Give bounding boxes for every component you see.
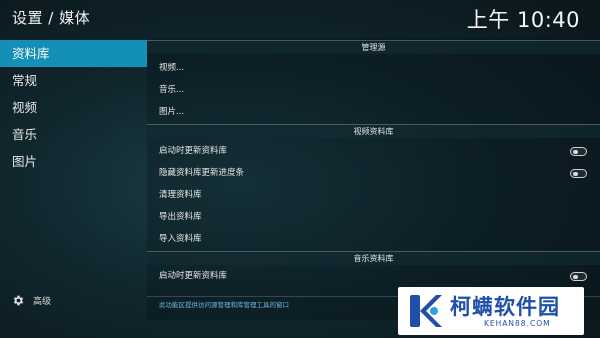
watermark-logo: 柯螨软件园 KEHAN88.COM — [398, 287, 584, 335]
manage-video-sources[interactable]: 视频... — [147, 57, 600, 79]
logo-mark-icon — [404, 291, 444, 331]
watermark-sub-text: KEHAN88.COM — [484, 318, 551, 328]
clean-library[interactable]: 清理资料库 — [147, 184, 600, 206]
sidebar-item-video[interactable]: 视频 — [0, 94, 147, 121]
watermark-main-text: 柯螨软件园 — [450, 294, 560, 319]
hide-library-update-progress[interactable]: 隐藏资料库更新进度条 — [147, 162, 600, 184]
import-library[interactable]: 导入资料库 — [147, 228, 600, 250]
sidebar: 资料库 常规 视频 音乐 图片 — [0, 40, 147, 320]
manage-picture-sources[interactable]: 图片... — [147, 101, 600, 123]
music-update-on-startup[interactable]: 启动时更新资料库 — [147, 265, 600, 287]
toggle-switch[interactable] — [570, 272, 587, 281]
sidebar-item-library[interactable]: 资料库 — [0, 40, 147, 67]
toggle-switch[interactable] — [570, 147, 587, 156]
sidebar-item-general[interactable]: 常规 — [0, 67, 147, 94]
settings-level-label: 高级 — [33, 297, 52, 307]
export-library[interactable]: 导出资料库 — [147, 206, 600, 228]
video-update-on-startup[interactable]: 启动时更新资料库 — [147, 140, 600, 162]
sidebar-item-pictures[interactable]: 图片 — [0, 148, 147, 175]
sidebar-item-music[interactable]: 音乐 — [0, 121, 147, 148]
section-header-manage-sources: 管理源 — [147, 40, 600, 54]
manage-music-sources[interactable]: 音乐... — [147, 79, 600, 101]
row-label: 启动时更新资料库 — [159, 271, 228, 281]
toggle-switch[interactable] — [570, 169, 587, 178]
section-header-music-library: 音乐资料库 — [147, 251, 600, 265]
settings-level-button[interactable]: 高级 — [12, 294, 51, 307]
clock: 上午 10:40 — [466, 8, 580, 32]
row-label: 隐藏资料库更新进度条 — [159, 168, 245, 178]
page-title: 设置 / 媒体 — [12, 9, 91, 27]
section-header-video-library: 视频资料库 — [147, 124, 600, 138]
gear-icon — [12, 294, 25, 307]
row-label: 启动时更新资料库 — [159, 146, 228, 156]
